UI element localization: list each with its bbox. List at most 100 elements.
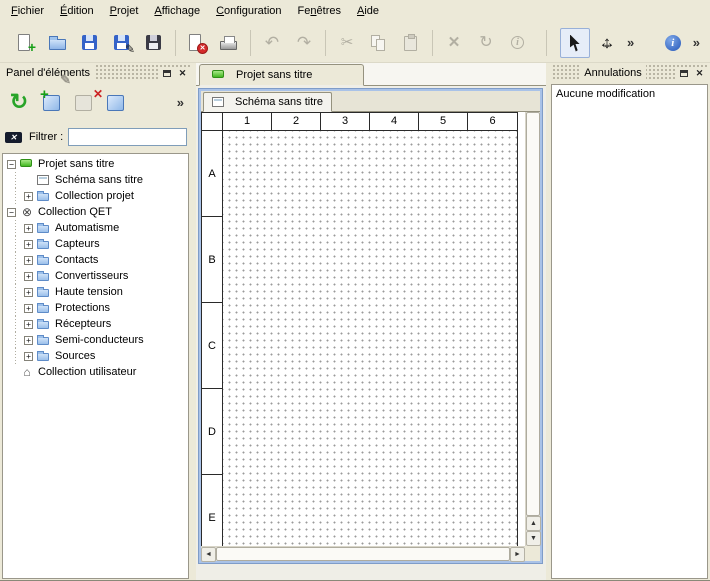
tree-expander-plus-icon[interactable]: + xyxy=(24,272,33,281)
copy-button[interactable] xyxy=(364,28,394,58)
schema-subwindow: Schéma sans titre 123456 ABCDE xyxy=(199,89,542,563)
save-button[interactable] xyxy=(75,28,105,58)
menu-fenetres[interactable]: Fenêtres xyxy=(290,0,349,23)
delete-button[interactable] xyxy=(439,28,469,58)
tree-expander-minus-icon[interactable]: − xyxy=(7,208,16,217)
cut-button[interactable] xyxy=(332,28,362,58)
open-file-button[interactable] xyxy=(43,28,73,58)
horizontal-scrollbar[interactable] xyxy=(201,546,525,561)
filter-row: Filtrer : xyxy=(2,126,189,148)
elements-panel-float-button[interactable] xyxy=(159,67,174,80)
tree-item-convertisseurs[interactable]: +Convertisseurs xyxy=(3,268,188,284)
menu-configuration[interactable]: Configuration xyxy=(208,0,289,23)
ruler-row-label: D xyxy=(202,389,222,475)
dock-grip[interactable] xyxy=(646,65,675,81)
project-tab-label: Projet sans titre xyxy=(236,69,312,81)
dock-grip[interactable] xyxy=(551,65,580,81)
redo-icon xyxy=(293,32,315,54)
vertical-scrollbar-thumb[interactable] xyxy=(526,112,540,516)
tree-expander-minus-icon[interactable]: − xyxy=(7,160,16,169)
tab-schema[interactable]: Schéma sans titre xyxy=(203,92,332,112)
main-toolbar: »» xyxy=(0,23,710,63)
horizontal-scrollbar-thumb[interactable] xyxy=(216,547,510,561)
schema-tab-label: Schéma sans titre xyxy=(235,96,323,108)
scroll-left-button[interactable] xyxy=(201,547,216,562)
toolbar-right-overflow-chevron[interactable]: » xyxy=(689,35,704,50)
tree-item-haute-tension[interactable]: +Haute tension xyxy=(3,284,188,300)
tree-expander-plus-icon[interactable]: + xyxy=(24,304,33,313)
select-arrow-button[interactable] xyxy=(560,28,590,58)
ruler-corner xyxy=(202,113,223,131)
new-element-button[interactable] xyxy=(36,87,66,117)
tree-expander-plus-icon[interactable]: + xyxy=(24,288,33,297)
paste-button[interactable] xyxy=(396,28,426,58)
elements-panel-close-button[interactable] xyxy=(175,67,190,80)
rotate-icon xyxy=(475,32,497,54)
rotate-button[interactable] xyxy=(471,28,501,58)
tree-expander-plus-icon[interactable]: + xyxy=(24,320,33,329)
save-as-button[interactable] xyxy=(107,28,137,58)
tree-item-semi-conducteurs[interactable]: +Semi-conducteurs xyxy=(3,332,188,348)
menu-aide[interactable]: Aide xyxy=(349,0,387,23)
menu-fichier[interactable]: Fichier xyxy=(3,0,52,23)
tree-expander-plus-icon[interactable]: + xyxy=(24,224,33,233)
menu-affichage[interactable]: Affichage xyxy=(146,0,208,23)
vertical-scrollbar[interactable] xyxy=(525,112,540,546)
menu-edition[interactable]: Édition xyxy=(52,0,102,23)
new-file-button[interactable] xyxy=(11,28,41,58)
tree-item-projet-sans-titre[interactable]: −Projet sans titre xyxy=(3,156,188,172)
about-info-button[interactable] xyxy=(658,28,688,58)
tree-item-collection-projet[interactable]: +Collection projet xyxy=(3,188,188,204)
toolbar-overflow-chevron[interactable]: » xyxy=(623,35,638,50)
tree-item-collection-utilisateur[interactable]: Collection utilisateur xyxy=(3,364,188,380)
tree-item-collection-qet[interactable]: − Collection QET xyxy=(3,204,188,220)
undo-panel-float-button[interactable] xyxy=(676,67,691,80)
clear-filter-button[interactable] xyxy=(4,130,24,145)
dock-grip[interactable] xyxy=(94,65,158,81)
tree-item-capteurs[interactable]: + Capteurs xyxy=(3,236,188,252)
tree-item-label: Capteurs xyxy=(55,238,104,250)
toolbar-separator xyxy=(250,30,251,56)
ruler-column-label: 1 xyxy=(223,113,272,130)
elements-toolbar-overflow-chevron[interactable]: » xyxy=(173,95,188,110)
folder-icon xyxy=(37,319,51,330)
scroll-up-button[interactable] xyxy=(526,516,541,531)
move-mode-button[interactable] xyxy=(592,28,622,58)
object-info-button[interactable] xyxy=(503,28,533,58)
close-file-button[interactable] xyxy=(182,28,212,58)
move-mode-icon xyxy=(596,32,618,54)
undo-empty-text: Aucune modification xyxy=(556,88,655,100)
delete-element-button[interactable] xyxy=(100,87,130,117)
tree-expander-plus-icon[interactable]: + xyxy=(24,192,33,201)
folder-icon xyxy=(37,239,51,250)
object-info-icon xyxy=(507,32,529,54)
tree-item-label: Automatisme xyxy=(55,222,123,234)
reload-collections-button[interactable] xyxy=(4,87,34,117)
print-button[interactable] xyxy=(214,28,244,58)
scroll-down-button[interactable] xyxy=(526,531,541,546)
save-all-button[interactable] xyxy=(139,28,169,58)
tree-expander-plus-icon[interactable]: + xyxy=(24,240,33,249)
tree-expander-plus-icon[interactable]: + xyxy=(24,256,33,265)
tree-item-sources[interactable]: +Sources xyxy=(3,348,188,364)
schematic-sheet[interactable]: 123456 ABCDE xyxy=(201,112,518,546)
tree-item-label: Collection QET xyxy=(38,206,116,218)
tree-item-schema-sans-titre[interactable]: Schéma sans titre xyxy=(3,172,188,188)
tree-expander-plus-icon[interactable]: + xyxy=(24,336,33,345)
edit-element-icon xyxy=(71,90,95,114)
ruler-row-label: E xyxy=(202,475,222,546)
filter-input[interactable] xyxy=(68,128,187,146)
scroll-right-button[interactable] xyxy=(510,547,525,562)
tree-item-recepteurs[interactable]: +Récepteurs xyxy=(3,316,188,332)
tree-item-contacts[interactable]: +Contacts xyxy=(3,252,188,268)
undo-panel-close-button[interactable] xyxy=(692,67,707,80)
schematic-canvas[interactable] xyxy=(223,131,517,546)
menu-projet[interactable]: Projet xyxy=(102,0,147,23)
tree-indent xyxy=(7,316,24,332)
tab-project[interactable]: Projet sans titre xyxy=(199,64,364,86)
redo-button[interactable] xyxy=(289,28,319,58)
tree-item-protections[interactable]: +Protections xyxy=(3,300,188,316)
tree-item-automatisme[interactable]: + Automatisme xyxy=(3,220,188,236)
tree-expander-plus-icon[interactable]: + xyxy=(24,352,33,361)
undo-button[interactable] xyxy=(257,28,287,58)
